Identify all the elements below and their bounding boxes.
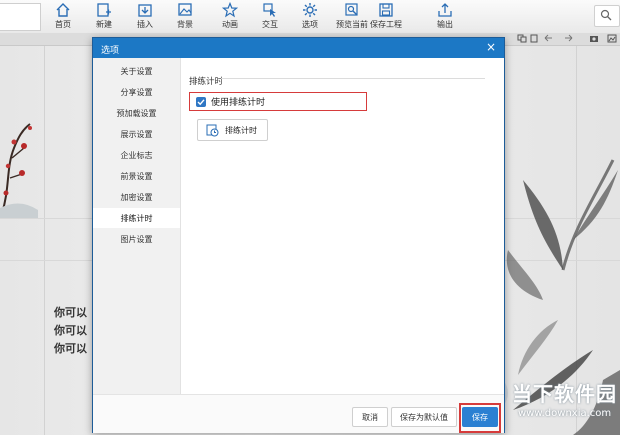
search-button[interactable] (594, 5, 620, 27)
toolbar-preview-button[interactable]: 预览当前 (336, 2, 368, 31)
toolbar-background-button[interactable]: 背景 (177, 2, 193, 31)
toolbar-save-project-button[interactable]: 保存工程 (370, 2, 402, 31)
save-icon (379, 3, 393, 17)
dialog-body: 关于设置 分享设置 预加载设置 展示设置 企业标志 前景设置 加密设置 排练计时… (93, 58, 504, 394)
watermark-title: 当下软件园 (512, 382, 617, 406)
toolbar-home-button[interactable]: 首页 (55, 2, 71, 31)
watermark-url: www.downxia.com (518, 408, 612, 419)
toolbar-insert-button[interactable]: 插入 (137, 2, 153, 31)
toolbar-home-label: 首页 (55, 20, 71, 29)
options-dialog: 选项 × 关于设置 分享设置 预加载设置 展示设置 企业标志 前景设置 加密设置… (92, 37, 505, 433)
slide-text-line: 你可以 (54, 342, 87, 355)
toolbar-new-button[interactable]: 新建 (96, 2, 112, 31)
options-nav: 关于设置 分享设置 预加载设置 展示设置 企业标志 前景设置 加密设置 排练计时… (93, 58, 181, 394)
main-toolbar: 首页 新建 插入 背景 动画 交互 选项 预览当前 保存工程 输出 (0, 0, 620, 34)
timer-icon (206, 124, 219, 136)
nav-item-image[interactable]: 图片设置 (93, 229, 180, 249)
rehearse-timing-button-label: 排练计时 (225, 125, 257, 135)
close-icon[interactable]: × (486, 41, 496, 53)
search-icon (600, 9, 612, 21)
toolbar-insert-label: 插入 (137, 20, 153, 29)
dialog-footer: 取消 保存为默认值 保存 (93, 394, 504, 433)
toolbar-left-box (0, 3, 41, 31)
preview-icon (345, 3, 358, 16)
grid-line (44, 46, 45, 435)
toolbar-options-button[interactable]: 选项 (302, 2, 318, 31)
toolbar-export-button[interactable]: 输出 (437, 2, 453, 31)
toolbar-preview-label: 预览当前 (336, 20, 368, 29)
export-icon (438, 3, 452, 17)
checkbox-label: 使用排练计时 (211, 98, 266, 108)
redo-icon[interactable] (564, 34, 574, 43)
toolbar-save-project-label: 保存工程 (370, 20, 402, 29)
nav-item-about[interactable]: 关于设置 (93, 61, 180, 81)
nav-item-share[interactable]: 分享设置 (93, 82, 180, 102)
toolbar-animation-button[interactable]: 动画 (222, 2, 238, 31)
toolbar-interact-label: 交互 (262, 20, 278, 29)
nav-item-foreground[interactable]: 前景设置 (93, 166, 180, 186)
image-icon[interactable] (607, 34, 617, 43)
checkbox-checked-icon[interactable] (196, 96, 206, 107)
nav-item-rehearse-timing[interactable]: 排练计时 (93, 208, 180, 228)
toolbar-export-label: 输出 (437, 20, 453, 29)
interact-icon (263, 3, 276, 17)
nav-item-encryption[interactable]: 加密设置 (93, 187, 180, 207)
cancel-button[interactable]: 取消 (352, 407, 388, 427)
animation-icon (222, 2, 238, 18)
toolbar-interact-button[interactable]: 交互 (262, 2, 278, 31)
copy-icon[interactable] (517, 34, 527, 43)
nav-item-display[interactable]: 展示设置 (93, 124, 180, 144)
use-rehearse-timing-checkbox[interactable]: 使用排练计时 (189, 92, 367, 111)
toolbar-animation-label: 动画 (222, 20, 238, 29)
save-highlight-box (459, 403, 501, 433)
section-divider (221, 78, 485, 79)
toolbar-options-label: 选项 (302, 20, 318, 29)
dialog-title-bar[interactable]: 选项 × (93, 38, 504, 58)
new-page-icon (97, 3, 111, 17)
slide-text-line: 你可以 (54, 324, 87, 337)
plum-blossom-illustration (0, 123, 38, 218)
insert-icon (138, 4, 152, 17)
gear-icon (303, 3, 317, 17)
paste-icon[interactable] (529, 34, 539, 43)
background-icon (178, 3, 192, 16)
camera-icon[interactable] (589, 34, 599, 43)
undo-icon[interactable] (543, 34, 553, 43)
nav-item-preload[interactable]: 预加载设置 (93, 103, 180, 123)
dialog-title: 选项 (101, 46, 120, 56)
home-icon (56, 3, 70, 17)
slide-text-line: 你可以 (54, 306, 87, 319)
toolbar-background-label: 背景 (177, 20, 193, 29)
save-as-default-button[interactable]: 保存为默认值 (391, 407, 457, 427)
section-title: 排练计时 (189, 77, 224, 87)
toolbar-new-label: 新建 (96, 20, 112, 29)
nav-item-logo[interactable]: 企业标志 (93, 145, 180, 165)
rehearse-timing-button[interactable]: 排练计时 (197, 119, 268, 141)
